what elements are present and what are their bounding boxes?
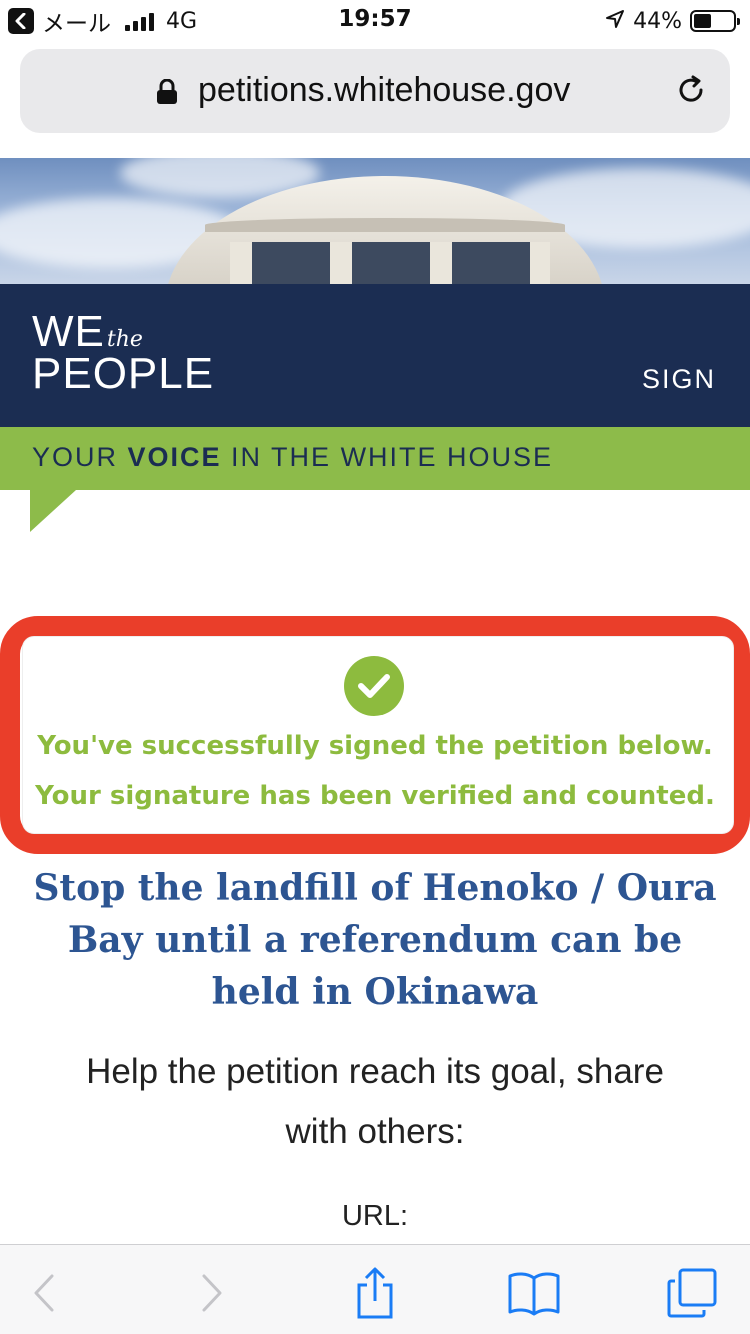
browser-address-area: petitions.whitehouse.gov xyxy=(0,40,750,158)
back-icon[interactable] xyxy=(16,1265,72,1321)
bookmarks-icon[interactable] xyxy=(506,1265,562,1321)
battery-tip xyxy=(737,18,740,25)
petition-title: Stop the landfill of Henoko / Oura Bay u… xyxy=(33,867,717,1013)
tagline-tail xyxy=(30,490,76,532)
success-line-2: Your signature has been verified and cou… xyxy=(35,781,715,811)
dome-band xyxy=(205,218,565,232)
tagline-text: YOUR VOICE IN THE WHITE HOUSE xyxy=(32,442,553,473)
location-arrow-icon xyxy=(605,9,625,33)
url-label: URL: xyxy=(341,1200,409,1232)
tabs-icon[interactable] xyxy=(664,1265,720,1321)
sign-link[interactable]: SIGN xyxy=(642,364,716,395)
lock-icon xyxy=(156,78,178,109)
status-right: 44% xyxy=(605,6,740,36)
tagline-emphasis: VOICE xyxy=(127,442,222,472)
address-bar[interactable]: petitions.whitehouse.gov xyxy=(20,49,730,133)
dome-columns xyxy=(230,242,550,284)
tagline-after: IN THE WHITE HOUSE xyxy=(221,442,554,472)
browser-toolbar xyxy=(0,1244,750,1334)
battery-fill xyxy=(694,14,711,28)
share-icon[interactable] xyxy=(347,1265,403,1321)
battery-percent: 44% xyxy=(633,8,682,34)
we-the-people-logo[interactable]: WEthe PEOPLE xyxy=(32,310,215,398)
battery-icon xyxy=(690,10,740,32)
check-circle-icon xyxy=(344,656,404,716)
success-line-1: You've successfully signed the petition … xyxy=(37,731,713,761)
reload-icon[interactable] xyxy=(674,73,708,111)
forward-icon[interactable] xyxy=(184,1265,240,1321)
tagline-before: YOUR xyxy=(32,442,128,472)
site-header: WEthe PEOPLE SIGN xyxy=(0,284,750,427)
url-text[interactable]: petitions.whitehouse.gov xyxy=(198,71,570,110)
logo-people: PEOPLE xyxy=(32,349,215,398)
status-bar: メール 4G 19:57 44% xyxy=(0,0,750,40)
share-prompt: Help the petition reach its goal, share … xyxy=(86,1052,664,1151)
white-house-hero-image xyxy=(0,158,750,284)
tagline-banner: YOUR VOICE IN THE WHITE HOUSE xyxy=(0,427,750,490)
